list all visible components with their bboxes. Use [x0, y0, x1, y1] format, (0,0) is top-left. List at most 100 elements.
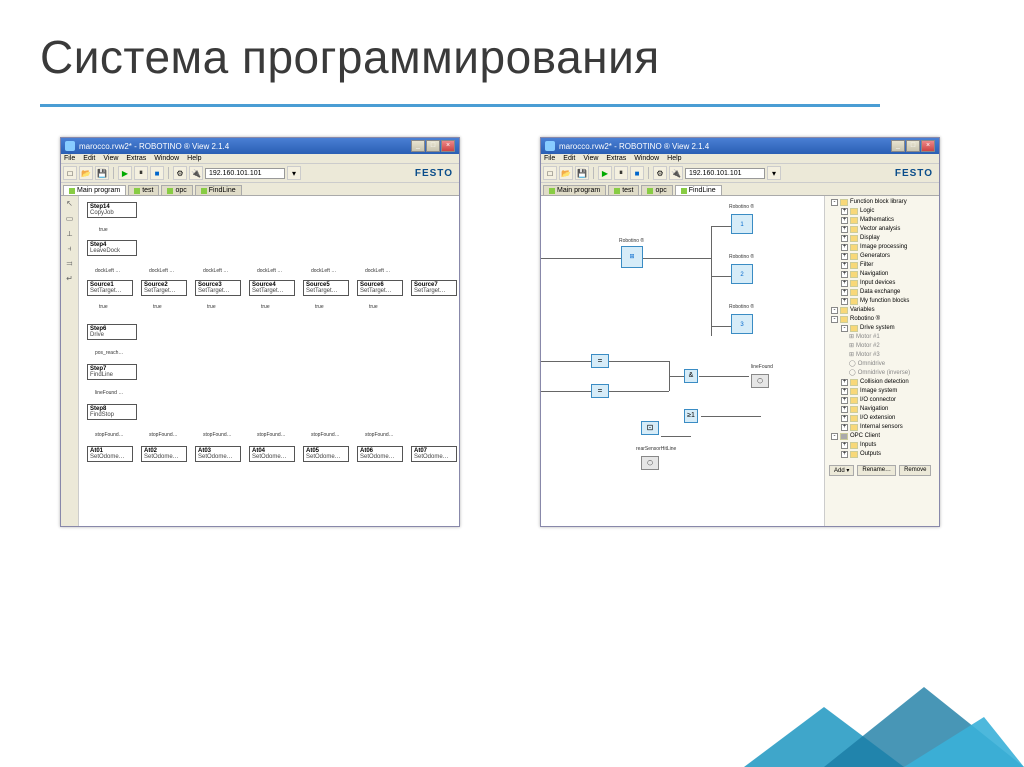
and-block[interactable]: & [684, 369, 698, 383]
ip-input[interactable]: 192.160.101.101 [205, 168, 285, 179]
connect-icon[interactable]: 🔌 [189, 166, 203, 180]
step-block[interactable]: Step4LeaveDock [87, 240, 137, 256]
play-icon[interactable]: ▶ [598, 166, 612, 180]
tree-item[interactable]: +Image processing [827, 243, 937, 252]
ip-input[interactable]: 192.160.101.101 [685, 168, 765, 179]
source-block[interactable]: Source4SetTarget… [249, 280, 295, 296]
compare-block[interactable]: = [591, 384, 609, 398]
menu-file[interactable]: File [64, 155, 75, 162]
open-icon[interactable]: 📂 [79, 166, 93, 180]
menu-extras[interactable]: Extras [126, 155, 146, 162]
step-icon[interactable]: ▭ [64, 214, 76, 226]
output-block[interactable]: ◯ [751, 374, 769, 388]
step-block[interactable]: Step14CopyJob [87, 202, 137, 218]
tree-opc[interactable]: -OPC Client [827, 432, 937, 441]
tree-item[interactable]: +Filter [827, 261, 937, 270]
sfc-canvas[interactable]: Step14CopyJob true Step4LeaveDock dockLe… [79, 196, 459, 526]
tab-main-program[interactable]: Main program [543, 185, 606, 195]
minimize-button[interactable]: _ [891, 140, 905, 152]
pause-icon[interactable]: ⏸ [134, 166, 148, 180]
close-button[interactable]: × [921, 140, 935, 152]
tree-item[interactable]: +Logic [827, 207, 937, 216]
step-block[interactable]: Step7FindLine [87, 364, 137, 380]
tab-opc[interactable]: opc [161, 185, 192, 195]
maximize-button[interactable]: □ [906, 140, 920, 152]
tree-item[interactable]: +Navigation [827, 270, 937, 279]
at-block[interactable]: At03SetOdome… [195, 446, 241, 462]
stop-icon[interactable]: ■ [150, 166, 164, 180]
tree-item[interactable]: +My function blocks [827, 297, 937, 306]
new-icon[interactable]: □ [543, 166, 557, 180]
go-icon[interactable]: ▾ [767, 166, 781, 180]
step-block[interactable]: Step8FindStop [87, 404, 137, 420]
tool-icon[interactable]: ⚙ [653, 166, 667, 180]
tree-robotino[interactable]: -Robotino ® [827, 315, 937, 324]
tree-motor[interactable]: ⊞ Motor #1 [827, 333, 937, 342]
tree-item[interactable]: +Mathematics [827, 216, 937, 225]
at-block[interactable]: At06SetOdome… [357, 446, 403, 462]
tree-item[interactable]: +I/O connector [827, 396, 937, 405]
titlebar[interactable]: marocco.rvw2* - ROBOTINO ® View 2.1.4 _ … [541, 138, 939, 154]
tab-opc[interactable]: opc [641, 185, 672, 195]
tree-item[interactable]: ◯ Omnidrive (inverse) [827, 369, 937, 378]
transition-icon[interactable]: ⟂ [64, 229, 76, 241]
tree-item[interactable]: +Display [827, 234, 937, 243]
output-block[interactable]: ◯ [641, 456, 659, 470]
tree-drive[interactable]: -Drive system [827, 324, 937, 333]
at-block[interactable]: At04SetOdome… [249, 446, 295, 462]
tree-item[interactable]: +Navigation [827, 405, 937, 414]
menu-edit[interactable]: Edit [83, 155, 95, 162]
fb-block[interactable]: ⊡ [641, 421, 659, 435]
source-block[interactable]: Source1SetTarget… [87, 280, 133, 296]
tree-variables[interactable]: -Variables [827, 306, 937, 315]
tree-item[interactable]: +Input devices [827, 279, 937, 288]
maximize-button[interactable]: □ [426, 140, 440, 152]
tree-item[interactable]: +Image system [827, 387, 937, 396]
tab-findline[interactable]: FindLine [675, 185, 722, 195]
tree-item[interactable]: +Vector analysis [827, 225, 937, 234]
source-block[interactable]: Source6SetTarget… [357, 280, 403, 296]
tree-item[interactable]: ◯ Omnidrive [827, 360, 937, 369]
tree-item[interactable]: +I/O extension [827, 414, 937, 423]
menu-help[interactable]: Help [667, 155, 681, 162]
or-block[interactable]: ≥1 [684, 409, 698, 423]
pause-icon[interactable]: ⏸ [614, 166, 628, 180]
menu-window[interactable]: Window [154, 155, 179, 162]
robotino-out-block[interactable]: 3 [731, 314, 753, 334]
tree-root[interactable]: -Function block library [827, 198, 937, 207]
at-block[interactable]: At02SetOdome… [141, 446, 187, 462]
compare-block[interactable]: = [591, 354, 609, 368]
minimize-button[interactable]: _ [411, 140, 425, 152]
save-icon[interactable]: 💾 [95, 166, 109, 180]
tree-item[interactable]: +Generators [827, 252, 937, 261]
robotino-block[interactable]: ⊞ [621, 246, 643, 268]
tree-motor[interactable]: ⊞ Motor #3 [827, 351, 937, 360]
source-block[interactable]: Source7SetTarget… [411, 280, 457, 296]
tree-motor[interactable]: ⊞ Motor #2 [827, 342, 937, 351]
play-icon[interactable]: ▶ [118, 166, 132, 180]
rename-button[interactable]: Rename… [857, 465, 896, 476]
menu-view[interactable]: View [583, 155, 598, 162]
close-button[interactable]: × [441, 140, 455, 152]
tab-test[interactable]: test [128, 185, 159, 195]
robotino-out-block[interactable]: 1 [731, 214, 753, 234]
connect-icon[interactable]: 🔌 [669, 166, 683, 180]
tab-test[interactable]: test [608, 185, 639, 195]
step-block[interactable]: Step6Drive [87, 324, 137, 340]
go-icon[interactable]: ▾ [287, 166, 301, 180]
titlebar[interactable]: marocco.rvw2* - ROBOTINO ® View 2.1.4 _ … [61, 138, 459, 154]
save-icon[interactable]: 💾 [575, 166, 589, 180]
branch2-icon[interactable]: ⫤ [64, 259, 76, 271]
stop-icon[interactable]: ■ [630, 166, 644, 180]
menu-edit[interactable]: Edit [563, 155, 575, 162]
new-icon[interactable]: □ [63, 166, 77, 180]
pointer-icon[interactable]: ↖ [64, 199, 76, 211]
at-block[interactable]: At05SetOdome… [303, 446, 349, 462]
branch-icon[interactable]: ⫞ [64, 244, 76, 256]
tree-item[interactable]: +Internal sensors [827, 423, 937, 432]
at-block[interactable]: At01SetOdome… [87, 446, 133, 462]
menu-help[interactable]: Help [187, 155, 201, 162]
open-icon[interactable]: 📂 [559, 166, 573, 180]
fbd-canvas[interactable]: Robotino ® ⊞ Robotino ® 1 Robotino ® 2 R… [541, 196, 824, 526]
menu-extras[interactable]: Extras [606, 155, 626, 162]
